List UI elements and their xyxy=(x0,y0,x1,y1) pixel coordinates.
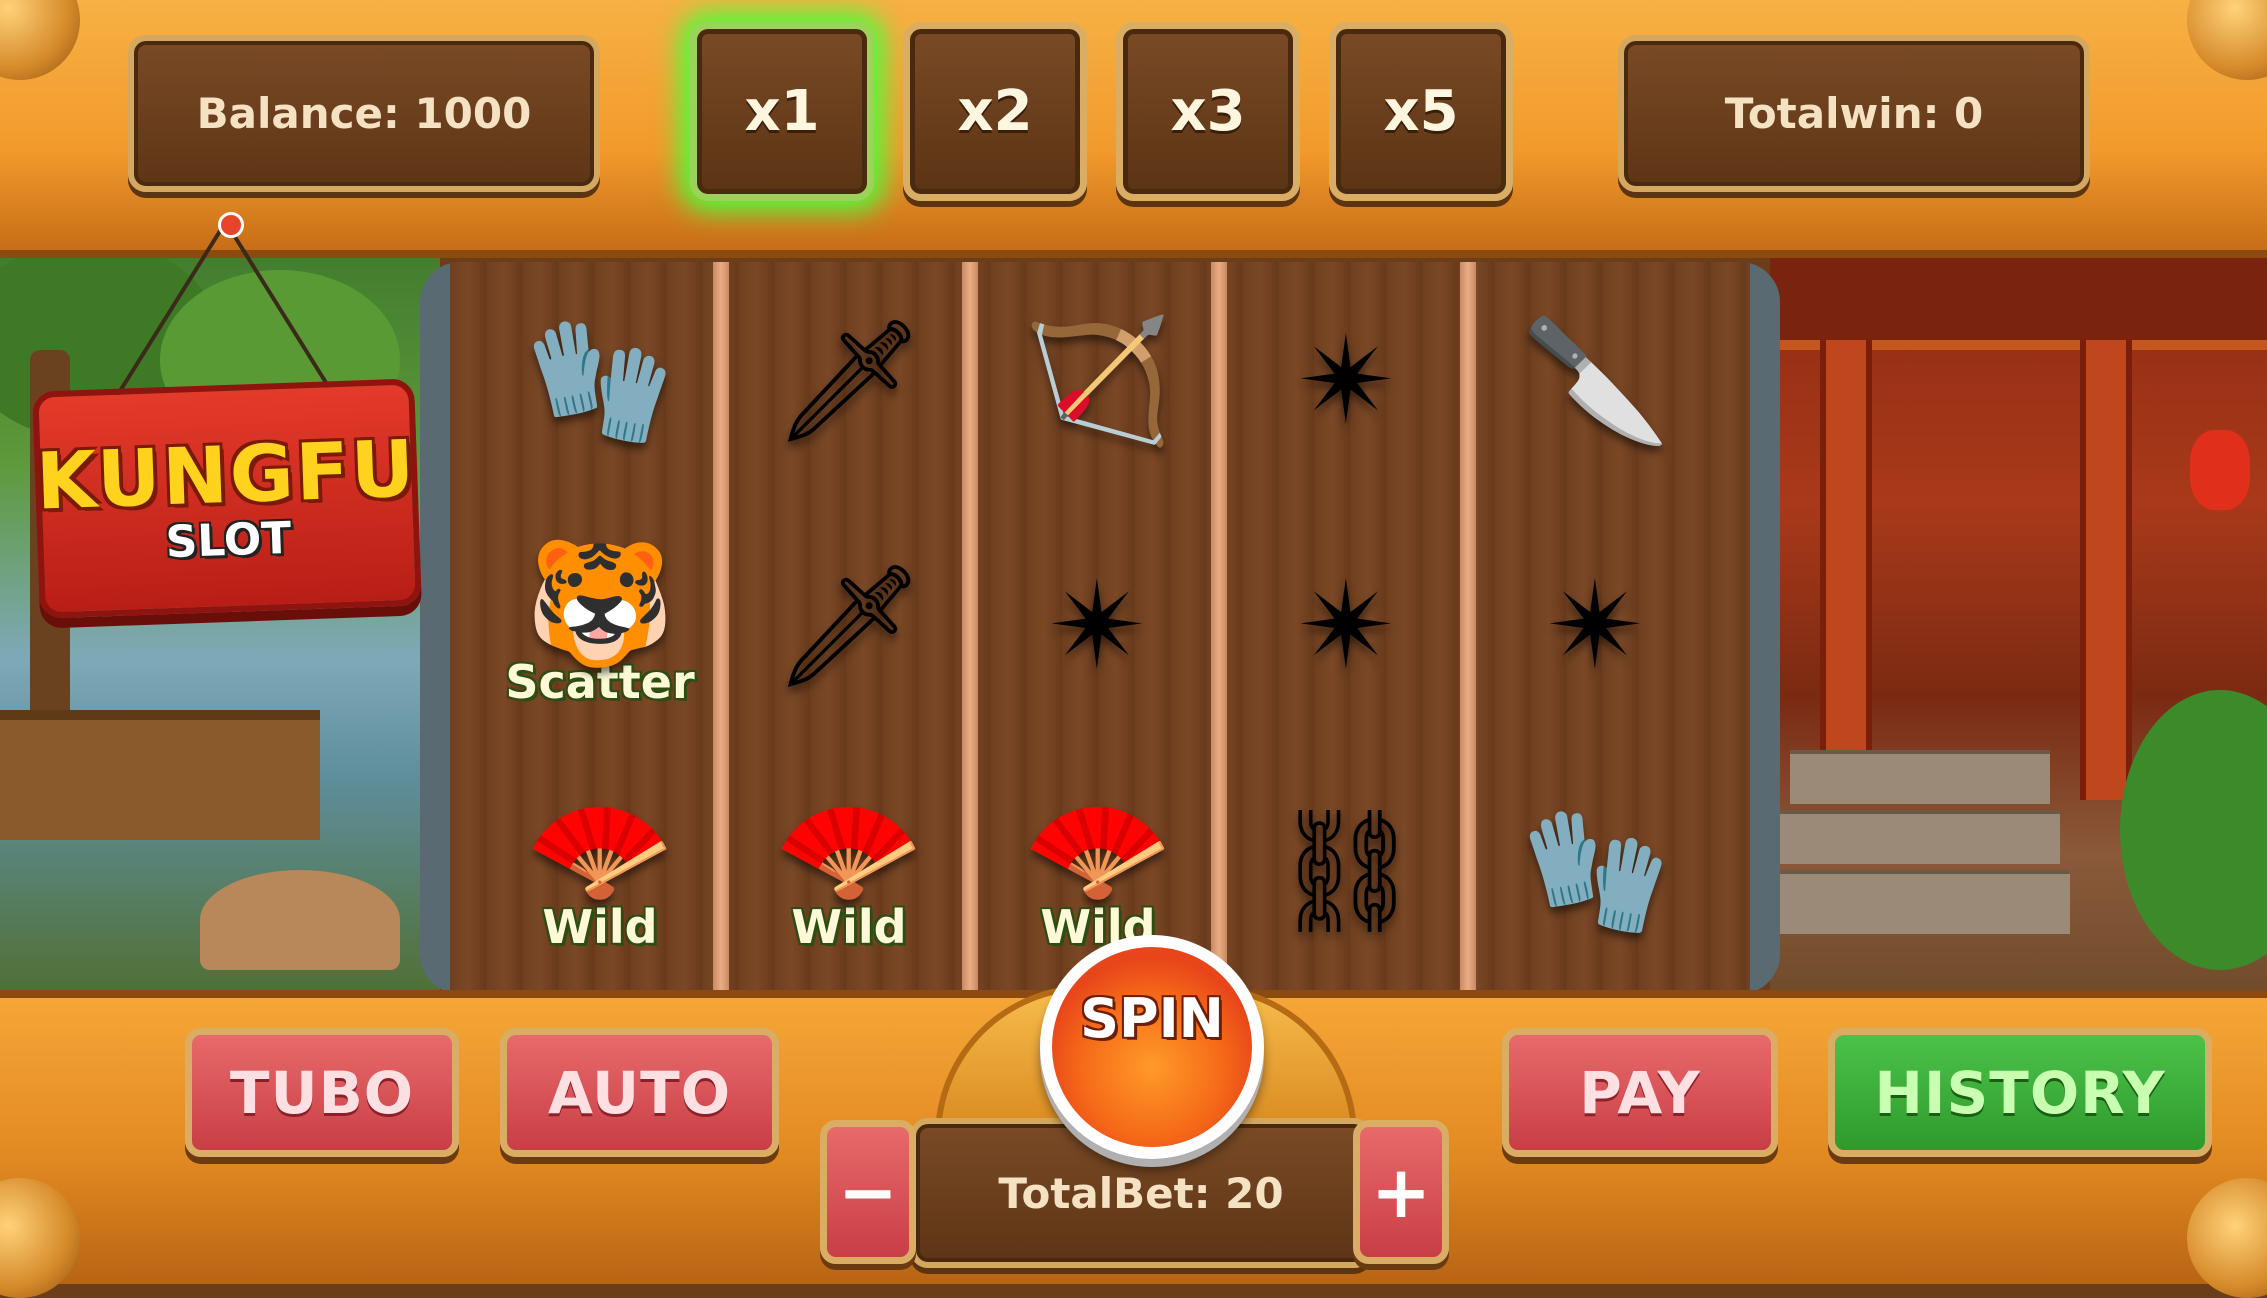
shuriken-icon: ✴ xyxy=(1296,557,1398,696)
bush xyxy=(2120,690,2267,970)
corner-ornament xyxy=(0,1178,80,1298)
tubo-label: TUBO xyxy=(229,1058,415,1127)
history-label: HISTORY xyxy=(1874,1058,2166,1127)
stone-stair xyxy=(1780,810,2060,864)
multiplier-label: x2 xyxy=(957,79,1033,144)
multiplier-x3-button[interactable]: x3 xyxy=(1116,22,1300,201)
lantern-icon xyxy=(2190,430,2250,510)
reel-cell: 🐯 Scatter xyxy=(480,507,720,747)
tree-stump xyxy=(200,870,400,970)
left-scenery xyxy=(0,230,440,1010)
auto-button[interactable]: AUTO xyxy=(500,1028,779,1157)
sign-pin-icon xyxy=(218,212,244,238)
multiplier-label: x5 xyxy=(1383,79,1459,144)
game-logo-sign: KUNGFU SLOT xyxy=(32,378,422,619)
reel-cell: ⛓ xyxy=(1227,752,1467,992)
multiplier-label: x1 xyxy=(744,79,820,144)
logo-subtitle: SLOT xyxy=(164,512,293,569)
totalbet-text: TotalBet: 20 xyxy=(998,1168,1284,1218)
balance-panel: Balance: 1000 xyxy=(128,35,600,192)
reel-cell: ✴ xyxy=(978,507,1218,747)
spin-button[interactable]: SPIN xyxy=(1040,935,1264,1159)
multiplier-x1-button[interactable]: x1 xyxy=(690,22,874,201)
totalwin-text: Totalwin: 0 xyxy=(1724,89,1984,138)
shuriken-icon: ✴ xyxy=(1545,557,1647,696)
logo-title: KUNGFU xyxy=(34,424,418,528)
multiplier-x2-button[interactable]: x2 xyxy=(903,22,1087,201)
tubo-button[interactable]: TUBO xyxy=(185,1028,459,1157)
kunai-icon: 🗡 xyxy=(772,312,926,451)
temple-pillar xyxy=(1820,340,1872,800)
reel-cell: 🧤 xyxy=(1476,752,1716,992)
increase-bet-button[interactable]: + xyxy=(1353,1120,1449,1264)
pay-label: PAY xyxy=(1579,1058,1701,1127)
nunchaku-icon: ⛓ xyxy=(1270,802,1424,941)
spin-label: SPIN xyxy=(1080,987,1224,1050)
decrease-bet-button[interactable]: − xyxy=(820,1120,916,1264)
glove-icon: 🧤 xyxy=(525,312,675,451)
reel-cell: ✴ xyxy=(1227,262,1467,502)
corner-ornament xyxy=(2187,0,2267,80)
reel-cell: 🧤 xyxy=(480,262,720,502)
kunai-icon: 🗡 xyxy=(772,557,926,696)
fan-wild-icon: 🪭 xyxy=(774,780,924,919)
pay-button[interactable]: PAY xyxy=(1502,1028,1778,1157)
history-button[interactable]: HISTORY xyxy=(1828,1028,2212,1157)
minus-icon: − xyxy=(837,1150,899,1234)
stone-stair xyxy=(1770,870,2070,934)
stone-stair xyxy=(1790,750,2050,804)
reel-cell: 🔪 xyxy=(1476,262,1716,502)
corner-ornament xyxy=(0,0,80,80)
reel-cell: 🗡 xyxy=(729,507,969,747)
wooden-fence xyxy=(0,710,320,840)
temple-pillar xyxy=(2080,340,2132,800)
multiplier-x5-button[interactable]: x5 xyxy=(1329,22,1513,201)
bo-staff-icon: 🏹 xyxy=(1023,312,1173,451)
reel-cell: ✴ xyxy=(1227,507,1467,747)
totalwin-panel: Totalwin: 0 xyxy=(1618,35,2090,192)
auto-label: AUTO xyxy=(547,1058,732,1127)
reel-cell: ✴ xyxy=(1476,507,1716,747)
reel-cell: 🪭 Wild xyxy=(480,752,720,992)
glove-icon: 🧤 xyxy=(1521,802,1671,941)
reel-cell: 🗡 xyxy=(729,262,969,502)
plus-icon: + xyxy=(1370,1150,1432,1234)
fan-wild-icon: 🪭 xyxy=(525,780,675,919)
balance-text: Balance: 1000 xyxy=(196,89,532,138)
reel-cell: 🪭 Wild xyxy=(729,752,969,992)
wrist-blade-icon: 🔪 xyxy=(1521,312,1671,451)
right-scenery xyxy=(1770,230,2267,1010)
corner-ornament xyxy=(2187,1178,2267,1298)
shuriken-icon: ✴ xyxy=(1047,557,1149,696)
fan-wild-icon: 🪭 xyxy=(1023,780,1173,919)
reel-cell: 🏹 xyxy=(978,262,1218,502)
tiger-scatter-icon: 🐯 xyxy=(525,535,675,674)
shuriken-icon: ✴ xyxy=(1296,312,1398,451)
top-bar: Balance: 1000 x1 x2 x3 x5 Totalwin: 0 xyxy=(0,0,2267,258)
multiplier-label: x3 xyxy=(1170,79,1246,144)
